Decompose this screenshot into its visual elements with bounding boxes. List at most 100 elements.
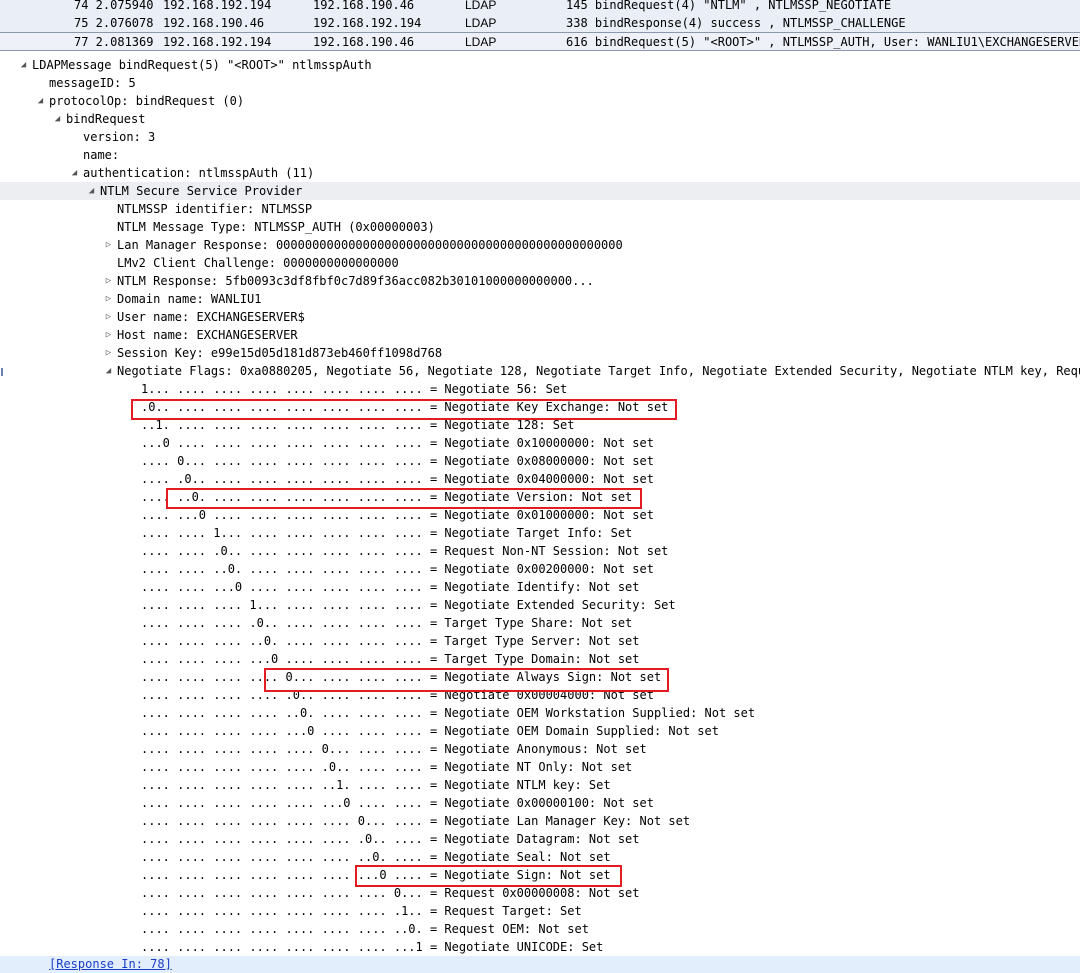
tree-row[interactable]: .... .... .... .... .... .... .... .1.. … <box>0 902 1080 920</box>
expand-arrow-icon[interactable]: ▷ <box>102 236 115 254</box>
response-in-link[interactable]: [Response In: 78] <box>49 957 172 971</box>
tree-row[interactable]: version: 3 <box>0 128 1080 146</box>
tree-row-label: .... .... .... ...0 .... .... .... .... … <box>141 652 640 666</box>
tree-row[interactable]: .... .... .... .... .... .... .... ..0. … <box>0 920 1080 938</box>
tree-row[interactable]: .... .... .... .... .... ...0 .... .... … <box>0 794 1080 812</box>
tree-row-label: .... .... .0.. .... .... .... .... .... … <box>141 544 669 558</box>
tree-row-label: LMv2 Client Challenge: 0000000000000000 <box>117 256 399 270</box>
tree-row[interactable]: ▷ Host name: EXCHANGESERVER <box>0 326 1080 344</box>
tree-row[interactable]: .... .... .... 1... .... .... .... .... … <box>0 596 1080 614</box>
tree-row[interactable]: .... .... .... .... .... .... .0.. .... … <box>0 830 1080 848</box>
tree-row-label: .... .... .... ..0. .... .... .... .... … <box>141 634 640 648</box>
tree-row-label: .... .... .... .... ..0. .... .... .... … <box>141 706 756 720</box>
tree-row[interactable]: .... .... ...0 .... .... .... .... .... … <box>0 578 1080 596</box>
tree-row[interactable]: .... .... .... ...0 .... .... .... .... … <box>0 650 1080 668</box>
tree-row-label: .... .0.. .... .... .... .... .... .... … <box>141 472 654 486</box>
tree-row-label: .... .... .... .... .... .... ..0. .... … <box>141 850 611 864</box>
tree-row-label: .... .... .... .... .... .0.. .... .... … <box>141 760 633 774</box>
packet-protocol: LDAP <box>465 0 497 12</box>
collapse-arrow-icon[interactable]: ◢ <box>68 164 81 182</box>
tree-row[interactable]: ...0 .... .... .... .... .... .... .... … <box>0 434 1080 452</box>
tree-row-label: User name: EXCHANGESERVER$ <box>117 310 305 324</box>
tree-row-label: NTLM Response: 5fb0093c3df8fbf0c7d89f36a… <box>117 274 594 288</box>
expand-arrow-icon[interactable]: ▷ <box>102 308 115 326</box>
tree-row[interactable]: ◢ LDAPMessage bindRequest(5) "<ROOT>" ntl… <box>0 56 1080 74</box>
expand-arrow-icon[interactable]: ▷ <box>102 344 115 362</box>
highlight-sign <box>355 865 622 887</box>
expand-arrow-icon[interactable]: ▷ <box>102 272 115 290</box>
tree-row-label: .... .... .... .... ...0 .... .... .... … <box>141 724 719 738</box>
tree-row[interactable]: .... .... .... .... .... 0... .... .... … <box>0 740 1080 758</box>
tree-row-label: version: 3 <box>83 130 156 144</box>
tree-row[interactable]: .... .... .0.. .... .... .... .... .... … <box>0 542 1080 560</box>
tree-row[interactable]: ◢ NTLM Secure Service Provider <box>0 182 1080 200</box>
tree-row-label: Session Key: e99e15d05d181d873eb460ff109… <box>117 346 443 360</box>
tree-row[interactable]: ◢ authentication: ntlmsspAuth (11) <box>0 164 1080 182</box>
tree-row[interactable]: .... .... .... .... .... .... ..0. .... … <box>0 848 1080 866</box>
packet-list: 74 2.075940 192.168.192.194 192.168.190.… <box>0 0 1080 54</box>
tree-row-label: LDAPMessage bindRequest(5) "<ROOT>" ntlm… <box>32 58 372 72</box>
tree-row-label: name: <box>83 148 120 162</box>
tree-row[interactable]: NTLMSSP identifier: NTLMSSP <box>0 200 1080 218</box>
tree-row[interactable]: .... .... .... .... ..0. .... .... .... … <box>0 704 1080 722</box>
tree-row-label: NTLMSSP identifier: NTLMSSP <box>117 202 313 216</box>
collapse-arrow-icon[interactable]: ◢ <box>34 92 47 110</box>
tree-row-label: protocolOp: bindRequest (0) <box>49 94 245 108</box>
tree-row[interactable]: ◢ Negotiate Flags: 0xa0880205, Negotiate … <box>0 362 1080 380</box>
tree-row[interactable]: .... .... 1... .... .... .... .... .... … <box>0 524 1080 542</box>
packet-row-77-selected[interactable]: 77 2.081369 192.168.192.194 192.168.190.… <box>0 32 1080 51</box>
tree-row[interactable]: ▷ NTLM Response: 5fb0093c3df8fbf0c7d89f36… <box>0 272 1080 290</box>
tree-row-label: .... .... .... .... .... .... .... ...1 … <box>141 940 604 954</box>
expand-arrow-icon[interactable]: ▷ <box>102 326 115 344</box>
tree-row[interactable]: .... .... .... ..0. .... .... .... .... … <box>0 632 1080 650</box>
tree-row[interactable]: ▷ Domain name: WANLIU1 <box>0 290 1080 308</box>
packet-number-time: 75 2.076078 <box>74 16 154 30</box>
tree-row[interactable]: .... .... .... .... .... .... .... ...1 … <box>0 938 1080 956</box>
highlight-key-exchange <box>131 399 677 420</box>
tree-row[interactable]: .... .0.. .... .... .... .... .... .... … <box>0 470 1080 488</box>
tree-row-label: 1... .... .... .... .... .... .... .... … <box>141 382 568 396</box>
tree-row[interactable]: .... .... .... .... .... ..1. .... .... … <box>0 776 1080 794</box>
tree-row-label: .... .... .... .... .... ...0 .... .... … <box>141 796 654 810</box>
tree-row[interactable]: name: <box>0 146 1080 164</box>
tree-row[interactable]: ▷ Session Key: e99e15d05d181d873eb460ff10… <box>0 344 1080 362</box>
tree-row[interactable]: .... .... .... .... .... .... 0... .... … <box>0 812 1080 830</box>
tree-row-label: .... .... ...0 .... .... .... .... .... … <box>141 580 640 594</box>
tree-row-label: authentication: ntlmsspAuth (11) <box>83 166 315 180</box>
tree-row-label: NTLM Secure Service Provider <box>100 184 303 198</box>
tree-row-label: bindRequest <box>66 112 146 126</box>
tree-row[interactable]: NTLM Message Type: NTLMSSP_AUTH (0x00000… <box>0 218 1080 236</box>
collapse-arrow-icon[interactable]: ◢ <box>85 182 98 200</box>
tree-row-label: NTLM Message Type: NTLMSSP_AUTH (0x00000… <box>117 220 435 234</box>
tree-row[interactable]: LMv2 Client Challenge: 0000000000000000 <box>0 254 1080 272</box>
tree-row-label: Domain name: WANLIU1 <box>117 292 262 306</box>
tree-row-label: .... .... .... .... .... ..1. .... .... … <box>141 778 611 792</box>
packet-source: 192.168.192.194 <box>163 35 272 49</box>
packet-info: 338 bindResponse(4) success , NTLMSSP_CH… <box>566 16 906 30</box>
tree-row[interactable]: ▷ User name: EXCHANGESERVER$ <box>0 308 1080 326</box>
tree-row[interactable]: ◢ bindRequest <box>0 110 1080 128</box>
tree-row[interactable]: ▷ Lan Manager Response: 00000000000000000… <box>0 236 1080 254</box>
tree-row[interactable]: .... .... ..0. .... .... .... .... .... … <box>0 560 1080 578</box>
response-link-row: [Response In: 78] <box>0 956 1080 973</box>
packet-detail-tree: ◢ LDAPMessage bindRequest(5) "<ROOT>" ntl… <box>0 54 1080 973</box>
collapse-arrow-icon[interactable]: ◢ <box>51 110 64 128</box>
tree-row[interactable]: messageID: 5 <box>0 74 1080 92</box>
tree-row[interactable]: .... .... .... .0.. .... .... .... .... … <box>0 614 1080 632</box>
tree-row-label: .... .... .... .... .... 0... .... .... … <box>141 742 647 756</box>
expand-arrow-icon[interactable]: ▷ <box>102 290 115 308</box>
highlight-always-sign <box>264 668 669 692</box>
tree-row[interactable]: ◢ protocolOp: bindRequest (0) <box>0 92 1080 110</box>
tree-row-label: Host name: EXCHANGESERVER <box>117 328 298 342</box>
packet-number-time: 74 2.075940 <box>74 0 154 12</box>
packet-protocol: LDAP <box>465 16 497 30</box>
tree-row[interactable]: 1... .... .... .... .... .... .... .... … <box>0 380 1080 398</box>
tree-row[interactable]: .... .... .... .... ...0 .... .... .... … <box>0 722 1080 740</box>
tree-row[interactable]: .... .... .... .... .... .0.. .... .... … <box>0 758 1080 776</box>
packet-row-75[interactable]: 75 2.076078 192.168.190.46 192.168.192.1… <box>0 14 1080 32</box>
tree-row-label: .... .... .... 1... .... .... .... .... … <box>141 598 676 612</box>
packet-row-74[interactable]: 74 2.075940 192.168.192.194 192.168.190.… <box>0 0 1080 14</box>
collapse-arrow-icon[interactable]: ◢ <box>102 362 115 380</box>
collapse-arrow-icon[interactable]: ◢ <box>17 56 30 74</box>
tree-row[interactable]: .... 0... .... .... .... .... .... .... … <box>0 452 1080 470</box>
